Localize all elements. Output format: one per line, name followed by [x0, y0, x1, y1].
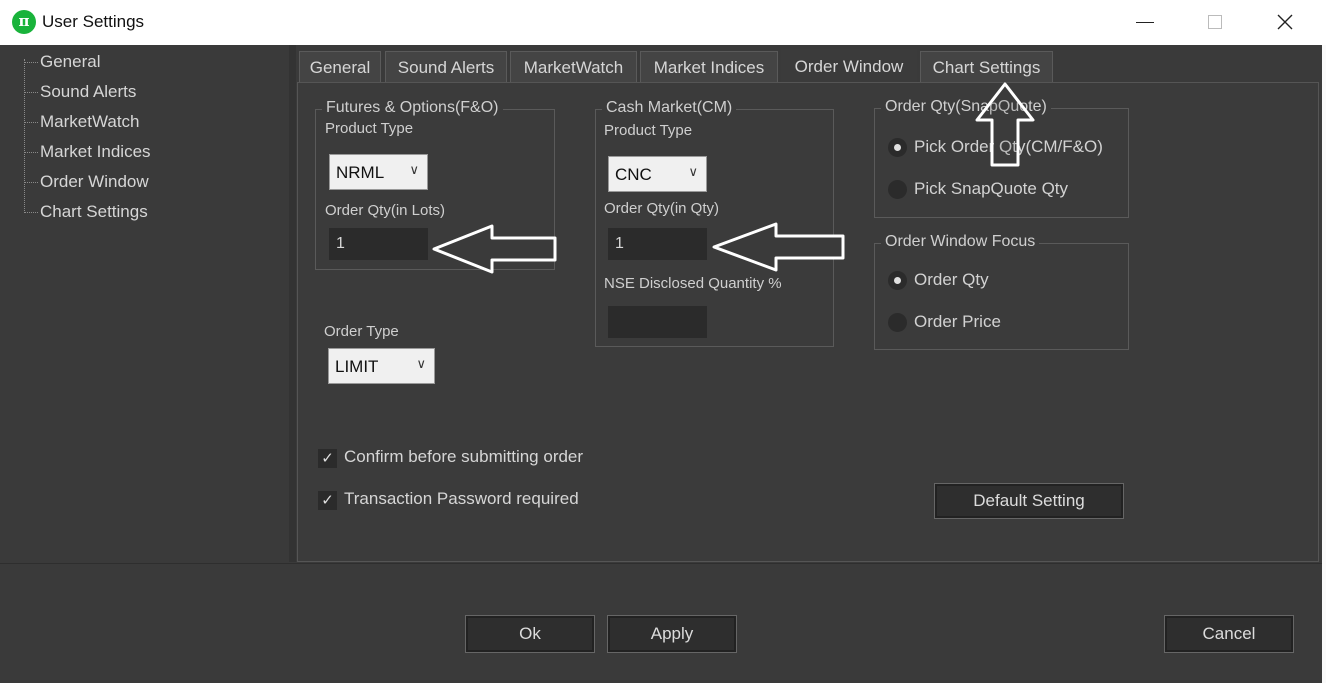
- fno-order-type-select[interactable]: LIMIT ∨: [328, 348, 435, 384]
- cm-order-qty-label: Order Qty(in Qty): [604, 200, 720, 217]
- select-value: LIMIT: [335, 357, 379, 376]
- radio-pick-snapquote-qty[interactable]: Pick SnapQuote Qty: [888, 178, 1123, 202]
- cm-product-type-label: Product Type: [604, 122, 693, 139]
- tab-order-window[interactable]: Order Window: [781, 49, 917, 83]
- fno-order-qty-input[interactable]: 1: [329, 228, 428, 260]
- radio-order-qty[interactable]: Order Qty: [888, 269, 1123, 293]
- cm-product-type-select[interactable]: CNC ∨: [608, 156, 707, 192]
- cm-order-qty-input[interactable]: 1: [608, 228, 707, 260]
- tree-item-market-indices[interactable]: Market Indices: [24, 140, 264, 164]
- radio-label: Order Price: [914, 312, 1001, 331]
- cm-disclosed-qty-label: NSE Disclosed Quantity %: [604, 275, 782, 292]
- maximize-button[interactable]: [1192, 0, 1238, 44]
- tree-item-general[interactable]: General: [24, 50, 264, 74]
- focus-group-title: Order Window Focus: [881, 233, 1040, 251]
- annotation-arrow-left-icon: [432, 224, 557, 274]
- fno-group-title: Futures & Options(F&O): [322, 99, 503, 117]
- close-icon: [1277, 14, 1293, 30]
- tab-marketwatch[interactable]: MarketWatch: [510, 51, 637, 83]
- close-button[interactable]: [1262, 0, 1308, 44]
- radio-button[interactable]: [888, 313, 907, 332]
- tree-item-chart-settings[interactable]: Chart Settings: [24, 200, 264, 224]
- window-title: User Settings: [42, 12, 145, 31]
- tree-item-marketwatch[interactable]: MarketWatch: [24, 110, 264, 134]
- dialog-footer: Ok Apply Cancel: [0, 563, 1322, 683]
- tree-item-label: MarketWatch: [40, 112, 140, 131]
- tab-sound-alerts[interactable]: Sound Alerts: [385, 51, 507, 83]
- radio-button[interactable]: [888, 138, 907, 157]
- annotation-arrow-left-icon: [712, 222, 845, 272]
- confirm-before-submit-check[interactable]: ✓ Confirm before submitting order: [318, 447, 638, 471]
- splitter[interactable]: [289, 45, 296, 562]
- cm-group-title: Cash Market(CM): [602, 99, 737, 117]
- app-logo-icon: π: [12, 10, 36, 34]
- tab-market-indices[interactable]: Market Indices: [640, 51, 778, 83]
- chevron-down-icon: ∨: [409, 162, 419, 177]
- ok-button[interactable]: Ok: [465, 615, 595, 653]
- input-value: 1: [336, 235, 345, 252]
- annotation-arrow-up-icon: [975, 82, 1035, 167]
- minimize-icon: [1136, 21, 1154, 23]
- fno-order-type-label: Order Type: [324, 323, 399, 340]
- fno-product-type-label: Product Type: [325, 120, 414, 137]
- checkbox-label: Confirm before submitting order: [344, 447, 584, 466]
- checkbox[interactable]: ✓: [318, 449, 337, 468]
- tab-chart-settings[interactable]: Chart Settings: [920, 51, 1053, 83]
- focus-group: Order Window Focus Order Qty Order Price: [874, 233, 1129, 350]
- radio-label: Order Qty: [914, 270, 989, 289]
- minimize-button[interactable]: [1122, 0, 1168, 44]
- radio-label: Pick SnapQuote Qty: [914, 179, 1069, 198]
- title-bar: π User Settings: [0, 0, 1326, 45]
- radio-order-price[interactable]: Order Price: [888, 311, 1123, 335]
- select-value: NRML: [336, 163, 385, 182]
- cm-disclosed-qty-input[interactable]: [608, 306, 707, 338]
- maximize-icon: [1208, 15, 1222, 29]
- settings-tree: General Sound Alerts MarketWatch Market …: [2, 45, 289, 562]
- dialog-body: General Sound Alerts MarketWatch Market …: [0, 45, 1322, 683]
- order-window-panel: Futures & Options(F&O) Product Type NRML…: [297, 82, 1319, 562]
- tree-item-label: Chart Settings: [40, 202, 148, 221]
- tree-item-label: General: [40, 52, 101, 71]
- chevron-down-icon: ∨: [688, 164, 698, 179]
- tree-item-label: Market Indices: [40, 142, 151, 161]
- default-setting-button[interactable]: Default Setting: [934, 483, 1124, 519]
- radio-button[interactable]: [888, 271, 907, 290]
- radio-button[interactable]: [888, 180, 907, 199]
- transaction-password-check[interactable]: ✓ Transaction Password required: [318, 489, 638, 513]
- tree-item-sound-alerts[interactable]: Sound Alerts: [24, 80, 264, 104]
- tree-item-label: Order Window: [40, 172, 149, 191]
- tab-general[interactable]: General: [299, 51, 381, 83]
- fno-product-type-select[interactable]: NRML ∨: [329, 154, 428, 190]
- tree-item-label: Sound Alerts: [40, 82, 137, 101]
- cancel-button[interactable]: Cancel: [1164, 615, 1294, 653]
- fno-order-qty-label: Order Qty(in Lots): [325, 202, 446, 219]
- select-value: CNC: [615, 165, 652, 184]
- chevron-down-icon: ∨: [416, 356, 426, 371]
- tree-item-order-window[interactable]: Order Window: [24, 170, 264, 194]
- apply-button[interactable]: Apply: [607, 615, 737, 653]
- input-value: 1: [615, 235, 624, 252]
- checkbox[interactable]: ✓: [318, 491, 337, 510]
- window-border: [1322, 45, 1326, 683]
- checkbox-label: Transaction Password required: [344, 489, 579, 508]
